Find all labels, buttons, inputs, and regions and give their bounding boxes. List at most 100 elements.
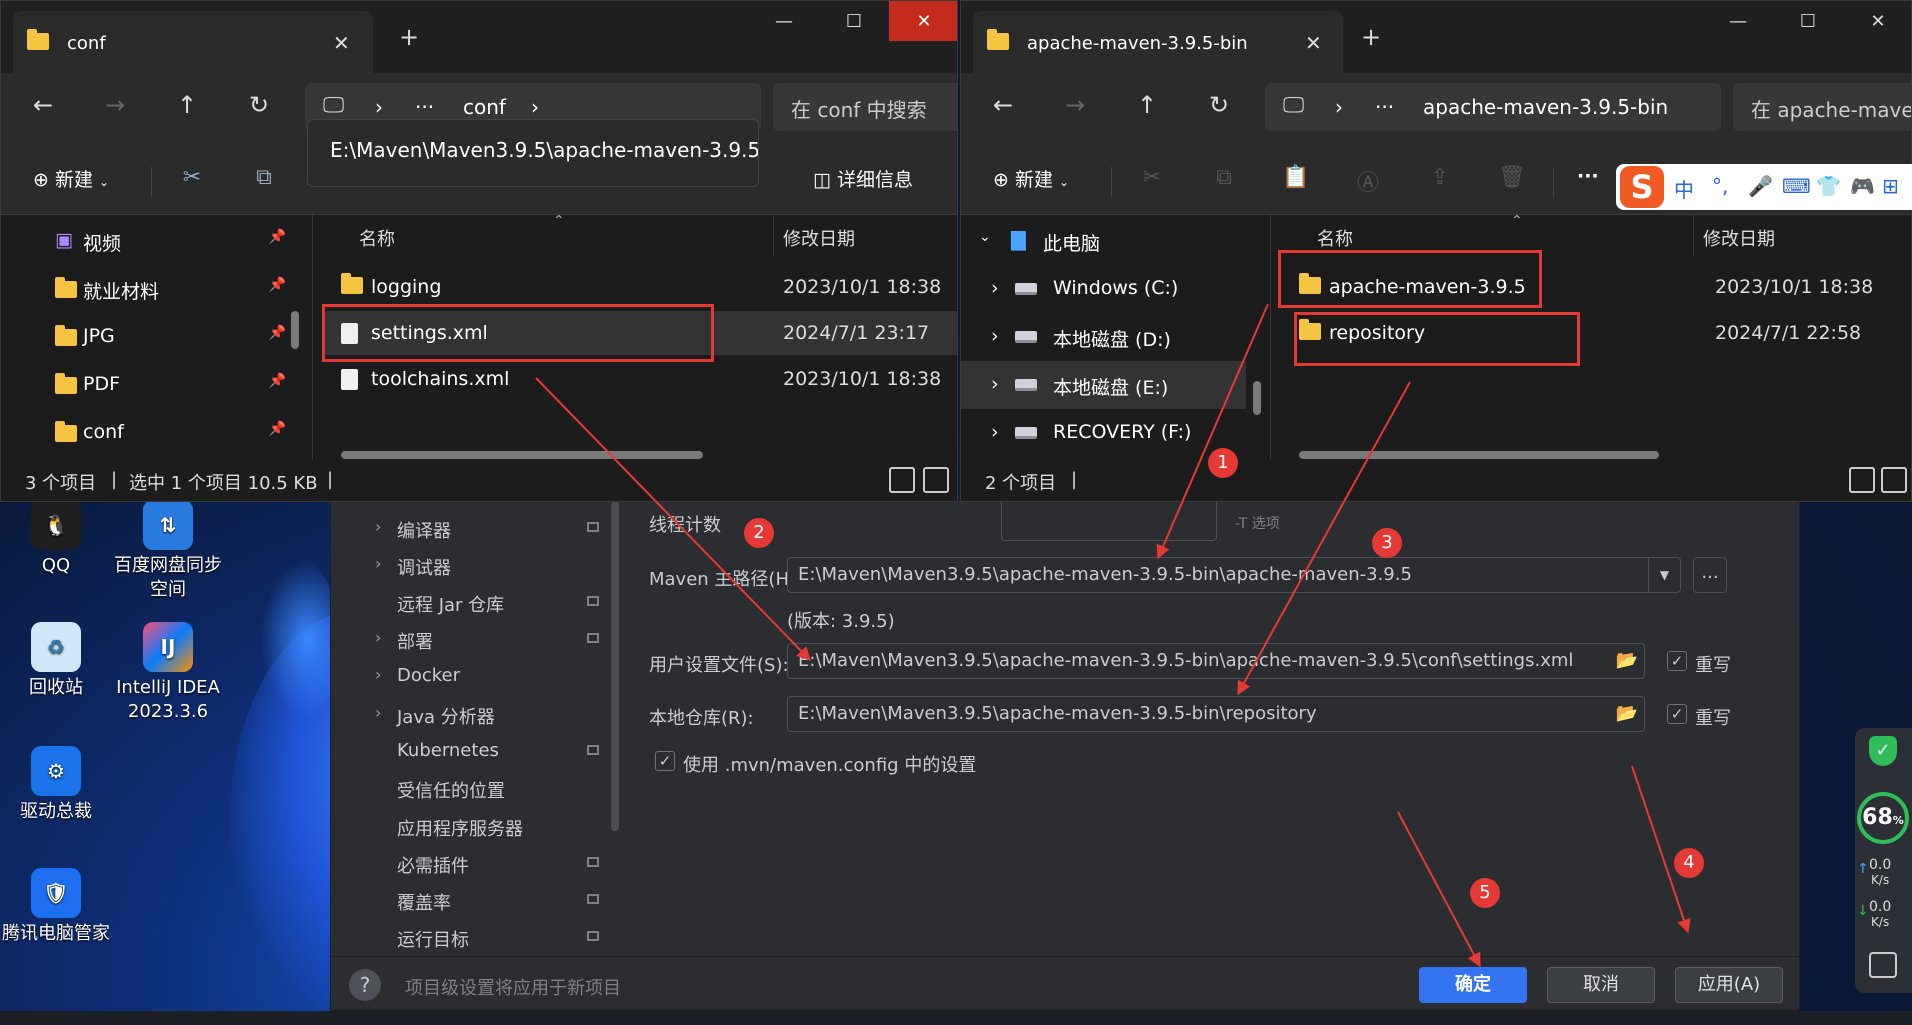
- maximize-button[interactable]: ☐: [819, 1, 889, 41]
- search-box[interactable]: 在 apache-maven-3.9.5-bin 中搜索: [1733, 83, 1911, 131]
- sidebar-item-job-materials[interactable]: 就业材料 📌: [1, 265, 312, 313]
- search-box[interactable]: 在 conf 中搜索: [773, 83, 957, 131]
- desktop-icon-qq[interactable]: 🐧 QQ: [0, 500, 112, 578]
- back-arrow-icon[interactable]: ←: [23, 91, 63, 119]
- breadcrumb-item[interactable]: conf: [463, 95, 506, 119]
- file-row-toolchains-xml[interactable]: toolchains.xml 2023/10/1 18:38: [325, 357, 957, 401]
- sidebar-item-drive-d[interactable]: › 本地磁盘 (D:): [961, 313, 1270, 361]
- nav-scrollbar[interactable]: [291, 311, 299, 349]
- chevron-down-icon[interactable]: ▼: [1648, 558, 1680, 592]
- refresh-icon[interactable]: ↻: [239, 91, 279, 119]
- tree-item-coverage[interactable]: 覆盖率: [331, 883, 611, 919]
- desktop-icon-recycle-bin[interactable]: ♻ 回收站: [0, 622, 112, 700]
- cut-icon[interactable]: ✂: [177, 165, 207, 195]
- column-header-modified[interactable]: 修改日期: [1703, 225, 1775, 251]
- column-divider[interactable]: [773, 215, 774, 257]
- desktop-icon-driver[interactable]: ⚙ 驱动总裁: [0, 746, 112, 824]
- up-arrow-icon[interactable]: ↑: [1127, 91, 1167, 119]
- sidebar-item-conf[interactable]: conf 📌: [1, 409, 312, 457]
- override-local-repo-checkbox[interactable]: ✓: [1667, 704, 1687, 724]
- tree-item-kubernetes[interactable]: Kubernetes: [331, 734, 611, 770]
- share-icon[interactable]: ⇪: [1425, 165, 1455, 195]
- desktop-icon-baidu-sync[interactable]: ⇅ 百度网盘同步空间: [112, 500, 224, 602]
- sidebar-item-pdf[interactable]: PDF 📌: [1, 361, 312, 409]
- tree-scrollbar[interactable]: [611, 501, 619, 831]
- close-tab-icon[interactable]: ✕: [333, 31, 350, 55]
- cancel-button[interactable]: 取消: [1547, 967, 1655, 1003]
- tree-item-debugger[interactable]: › 调试器: [331, 548, 611, 584]
- close-window-button[interactable]: ✕: [889, 1, 957, 41]
- tree-item-compiler[interactable]: › 编译器: [331, 511, 611, 547]
- breadcrumb-more[interactable]: ···: [415, 95, 434, 119]
- copy-icon[interactable]: ⧉: [1209, 165, 1239, 195]
- file-row-logging[interactable]: logging 2023/10/1 18:38: [325, 265, 957, 309]
- nav-scrollbar[interactable]: [1253, 381, 1261, 415]
- desktop-icon-tencent-pc-manager[interactable]: 🛡 腾讯电脑管家: [0, 868, 112, 946]
- horizontal-scrollbar[interactable]: [341, 451, 703, 459]
- tiles-view-icon[interactable]: [1881, 467, 1907, 493]
- tree-item-remote-jar[interactable]: 远程 Jar 仓库: [331, 585, 611, 621]
- close-tab-icon[interactable]: ✕: [1305, 31, 1322, 55]
- details-view-icon[interactable]: [1849, 467, 1875, 493]
- more-options-button[interactable]: ···: [1577, 165, 1599, 187]
- new-button[interactable]: ⊕ 新建 ⌄: [993, 165, 1069, 192]
- column-divider[interactable]: [1693, 215, 1694, 257]
- microphone-icon[interactable]: 🎤: [1748, 174, 1773, 198]
- close-window-button[interactable]: ✕: [1843, 1, 1911, 41]
- override-user-settings-checkbox[interactable]: ✓: [1667, 651, 1687, 671]
- system-monitor-widget[interactable]: ✓ 68% ↑ 0.0 K/s ↓ 0.0 K/s: [1855, 728, 1912, 993]
- paste-icon[interactable]: 📋: [1281, 165, 1311, 195]
- ime-language-toggle[interactable]: 中: [1674, 174, 1694, 203]
- new-tab-icon[interactable]: +: [399, 23, 419, 51]
- new-tab-icon[interactable]: +: [1361, 23, 1381, 51]
- refresh-icon[interactable]: ↻: [1199, 91, 1239, 119]
- breadcrumb-item[interactable]: apache-maven-3.9.5-bin: [1423, 95, 1668, 119]
- sidebar-item-videos[interactable]: ▣ 视频 📌: [1, 217, 312, 265]
- sidebar-item-drive-c[interactable]: › Windows (C:): [961, 265, 1270, 313]
- game-icon[interactable]: 🎮: [1850, 174, 1875, 198]
- back-arrow-icon[interactable]: ←: [983, 91, 1023, 119]
- forward-arrow-icon[interactable]: →: [1055, 91, 1095, 119]
- folder-open-icon[interactable]: 📂: [1616, 703, 1638, 724]
- toolbox-icon[interactable]: ⊞: [1882, 174, 1899, 198]
- minimize-button[interactable]: —: [749, 1, 819, 41]
- tiles-view-icon[interactable]: [923, 467, 949, 493]
- folder-open-icon[interactable]: 📂: [1616, 650, 1638, 671]
- new-button[interactable]: ⊕ 新建 ⌄: [33, 165, 109, 192]
- sidebar-item-this-pc[interactable]: ⌄ ▇ 此电脑: [961, 217, 1270, 265]
- user-settings-input[interactable]: E:\Maven\Maven3.9.5\apache-maven-3.9.5-b…: [787, 643, 1645, 679]
- tree-item-deployment[interactable]: › 部署: [331, 622, 611, 658]
- tree-item-docker[interactable]: › Docker: [331, 659, 611, 695]
- maven-home-browse-button[interactable]: ...: [1693, 557, 1727, 593]
- ime-toolbar[interactable]: S 中 °, 🎤 ⌨ 👕 🎮 ⊞: [1616, 164, 1912, 210]
- cut-icon[interactable]: ✂: [1137, 165, 1167, 195]
- column-header-name[interactable]: 名称: [359, 225, 395, 251]
- apply-button[interactable]: 应用(A): [1675, 967, 1783, 1003]
- up-arrow-icon[interactable]: ↑: [167, 91, 207, 119]
- address-bar[interactable]: 🖵 › ··· apache-maven-3.9.5-bin: [1265, 83, 1721, 131]
- use-mvn-config-checkbox[interactable]: ✓: [655, 751, 675, 771]
- maximize-button[interactable]: ☐: [1773, 1, 1843, 41]
- delete-icon[interactable]: 🗑: [1497, 165, 1527, 195]
- help-button[interactable]: ?: [349, 969, 381, 1001]
- local-repo-input[interactable]: E:\Maven\Maven3.9.5\apache-maven-3.9.5-b…: [787, 696, 1645, 732]
- tree-item-java-profiler[interactable]: › Java 分析器: [331, 697, 611, 733]
- minimize-button[interactable]: —: [1703, 1, 1773, 41]
- thread-count-input[interactable]: [1001, 501, 1217, 541]
- column-header-modified[interactable]: 修改日期: [783, 225, 855, 251]
- tree-item-trusted-locations[interactable]: 受信任的位置: [331, 771, 611, 807]
- tree-item-required-plugins[interactable]: 必需插件: [331, 846, 611, 882]
- sidebar-item-drive-e[interactable]: › 本地磁盘 (E:): [961, 361, 1246, 409]
- horizontal-scrollbar[interactable]: [1299, 451, 1659, 459]
- skin-icon[interactable]: 👕: [1816, 174, 1841, 198]
- copy-icon[interactable]: ⧉: [249, 165, 279, 195]
- column-header-name[interactable]: 名称: [1317, 225, 1353, 251]
- keyboard-icon[interactable]: ⌨: [1782, 174, 1811, 198]
- details-button[interactable]: ◫ 详细信息: [813, 165, 913, 192]
- tree-item-run-targets[interactable]: 运行目标: [331, 920, 611, 956]
- details-view-icon[interactable]: [889, 467, 915, 493]
- ime-punctuation-toggle[interactable]: °,: [1712, 174, 1728, 198]
- tab-conf[interactable]: conf ✕: [13, 11, 373, 73]
- tab-apache-maven-bin[interactable]: apache-maven-3.9.5-bin ✕: [973, 11, 1343, 73]
- maven-home-combobox[interactable]: E:\Maven\Maven3.9.5\apache-maven-3.9.5-b…: [787, 557, 1681, 593]
